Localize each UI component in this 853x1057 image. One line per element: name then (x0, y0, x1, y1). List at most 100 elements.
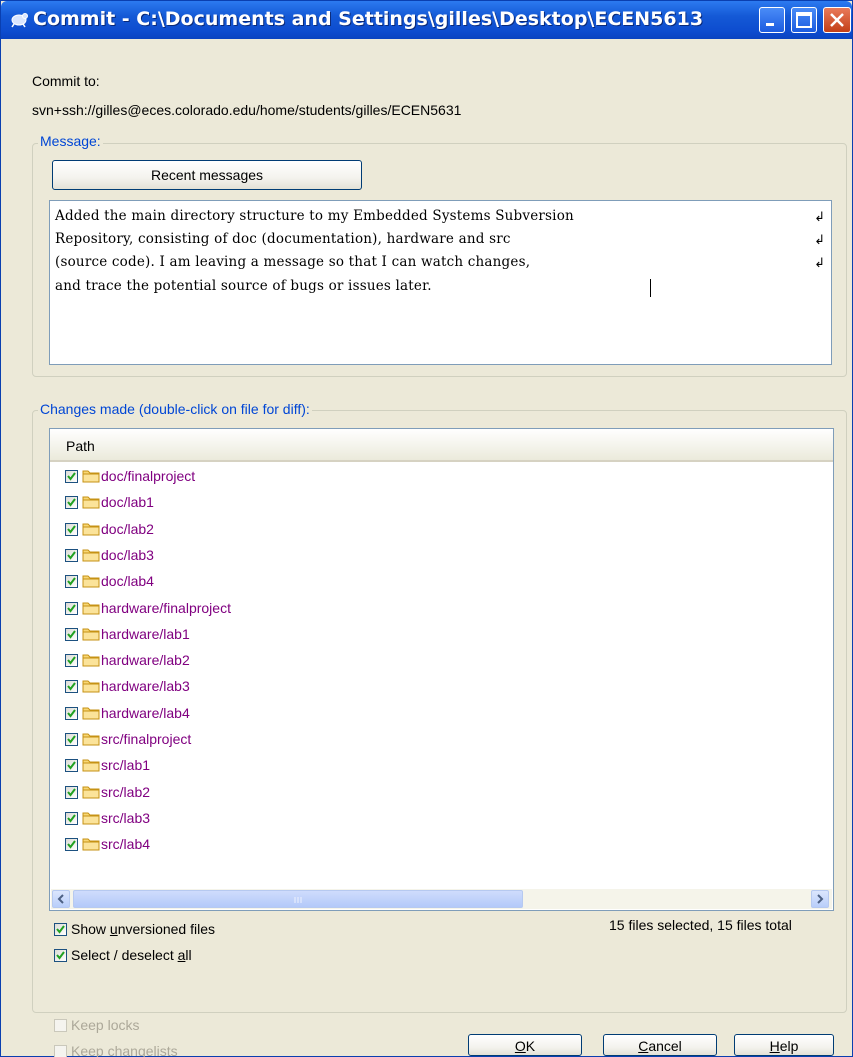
keep-locks-checkbox[interactable]: Keep locks (54, 1017, 204, 1037)
path-column-label: Path (66, 438, 95, 454)
checkbox-checked-icon[interactable] (65, 470, 78, 483)
file-row[interactable]: src/finalproject (50, 727, 650, 753)
file-row[interactable]: src/lab3 (50, 806, 650, 832)
checkbox-checked-icon[interactable] (65, 654, 78, 668)
message-textarea[interactable]: Added the main directory structure to my… (49, 200, 832, 365)
help-button[interactable]: Help (734, 1034, 834, 1056)
file-path: hardware/lab1 (101, 625, 190, 642)
keep-changelists-checkbox[interactable]: Keep changelists (54, 1043, 214, 1057)
cancel-button[interactable]: Cancel (603, 1034, 717, 1056)
file-path: src/lab2 (101, 783, 151, 800)
arrow-left-icon (57, 894, 64, 904)
file-path: doc/lab4 (101, 573, 154, 590)
tortoisesvn-icon (11, 13, 28, 28)
file-path: src/finalproject (101, 731, 192, 747)
folder-icon (82, 549, 100, 562)
checkbox-checked-icon[interactable] (65, 680, 78, 694)
maximize-icon (796, 12, 812, 28)
folder-icon (82, 575, 100, 588)
file-path: hardware/lab2 (101, 652, 190, 669)
file-row[interactable]: src/lab2 (50, 780, 650, 806)
wrap-marker-icon: ↲ (814, 209, 825, 224)
checkbox-checked-icon (54, 923, 67, 936)
file-row[interactable]: doc/lab3 (50, 543, 650, 569)
maximize-button[interactable] (791, 7, 817, 33)
file-path: doc/lab2 (101, 520, 154, 537)
folder-icon (82, 733, 100, 746)
file-row[interactable]: doc/lab2 (50, 517, 650, 543)
file-path: doc/lab1 (101, 494, 154, 511)
file-row[interactable]: doc/finalproject (50, 464, 650, 490)
file-row[interactable]: hardware/lab1 (50, 622, 650, 648)
close-button[interactable] (823, 7, 851, 33)
folder-icon (82, 707, 100, 720)
folder-icon (82, 759, 100, 772)
folder-icon (82, 838, 100, 851)
checkbox-checked-icon[interactable] (65, 811, 78, 825)
file-row[interactable]: src/lab1 (50, 753, 650, 779)
file-row[interactable]: src/lab4 (50, 832, 650, 858)
ok-button[interactable]: OK (468, 1034, 582, 1056)
file-path: hardware/finalproject (101, 599, 231, 616)
message-line-2: Repository, consisting of doc (documenta… (55, 231, 511, 247)
show-unversioned-checkbox[interactable]: Show unversioned files (54, 921, 254, 941)
changes-group-label: Changes made (double-click on file for d… (38, 401, 312, 417)
file-row[interactable]: doc/lab4 (50, 569, 650, 595)
checkbox-checked-icon (54, 949, 67, 962)
scroll-right-button[interactable] (811, 890, 829, 908)
scroll-left-button[interactable] (52, 890, 70, 908)
checkbox-checked-icon[interactable] (65, 706, 78, 720)
folder-icon (82, 470, 100, 483)
checkbox-checked-icon[interactable] (65, 548, 78, 562)
minimize-icon (766, 23, 774, 26)
wrap-marker-icon: ↲ (814, 232, 825, 247)
path-column-header[interactable]: Path (50, 429, 833, 462)
folder-icon (82, 680, 100, 693)
file-row[interactable]: hardware/lab3 (50, 674, 650, 700)
checkbox-checked-icon[interactable] (65, 496, 78, 510)
file-path: doc/finalproject (101, 468, 196, 484)
checkbox-checked-icon[interactable] (65, 522, 78, 536)
file-row[interactable]: hardware/finalproject (50, 596, 650, 622)
folder-icon (82, 812, 100, 825)
checkbox-checked-icon[interactable] (65, 838, 78, 852)
commit-dialog: Commit - C:\Documents and Settings\gille… (0, 0, 853, 1057)
text-cursor (650, 279, 651, 297)
file-path: src/lab4 (101, 836, 151, 853)
file-row[interactable]: hardware/lab2 (50, 648, 650, 674)
arrow-right-icon (817, 894, 824, 904)
grip-icon (294, 897, 302, 903)
checkbox-unchecked-icon (54, 1045, 67, 1057)
file-row[interactable]: hardware/lab4 (50, 701, 650, 727)
file-path: hardware/lab3 (101, 678, 190, 695)
selection-status: 15 files selected, 15 files total (609, 917, 792, 933)
file-row[interactable]: doc/lab1 (50, 490, 650, 516)
folder-icon (82, 786, 100, 799)
scroll-thumb[interactable] (73, 890, 523, 908)
checkbox-checked-icon[interactable] (65, 785, 78, 799)
file-path: src/lab1 (101, 757, 151, 774)
recent-messages-button[interactable]: Recent messages (52, 160, 362, 190)
horizontal-scrollbar[interactable] (51, 889, 832, 909)
commit-to-label: Commit to: (32, 73, 100, 89)
folder-icon (82, 628, 100, 641)
message-group-label: Message: (38, 133, 103, 149)
checkbox-checked-icon[interactable] (65, 627, 78, 641)
select-all-checkbox[interactable]: Select / deselect all (54, 947, 254, 967)
folder-icon (82, 602, 100, 614)
checkbox-checked-icon[interactable] (65, 733, 78, 746)
file-list[interactable]: Path doc/finalproject doc/lab1 doc/lab2 doc… (49, 428, 834, 911)
checkbox-checked-icon[interactable] (65, 575, 78, 589)
repository-url: svn+ssh://gilles@eces.colorado.edu/home/… (32, 102, 462, 118)
wrap-marker-icon: ↲ (814, 255, 825, 270)
checkbox-unchecked-icon (54, 1019, 67, 1032)
checkbox-checked-icon[interactable] (65, 601, 78, 615)
close-icon (830, 13, 844, 27)
checkbox-checked-icon[interactable] (65, 759, 78, 773)
folder-icon (82, 523, 100, 536)
keep-locks-label: Keep locks (71, 1017, 140, 1033)
file-path: hardware/lab4 (101, 704, 190, 721)
minimize-button[interactable] (759, 7, 785, 33)
title-bar[interactable]: Commit - C:\Documents and Settings\gille… (1, 1, 852, 39)
recent-messages-label: Recent messages (150, 167, 264, 183)
